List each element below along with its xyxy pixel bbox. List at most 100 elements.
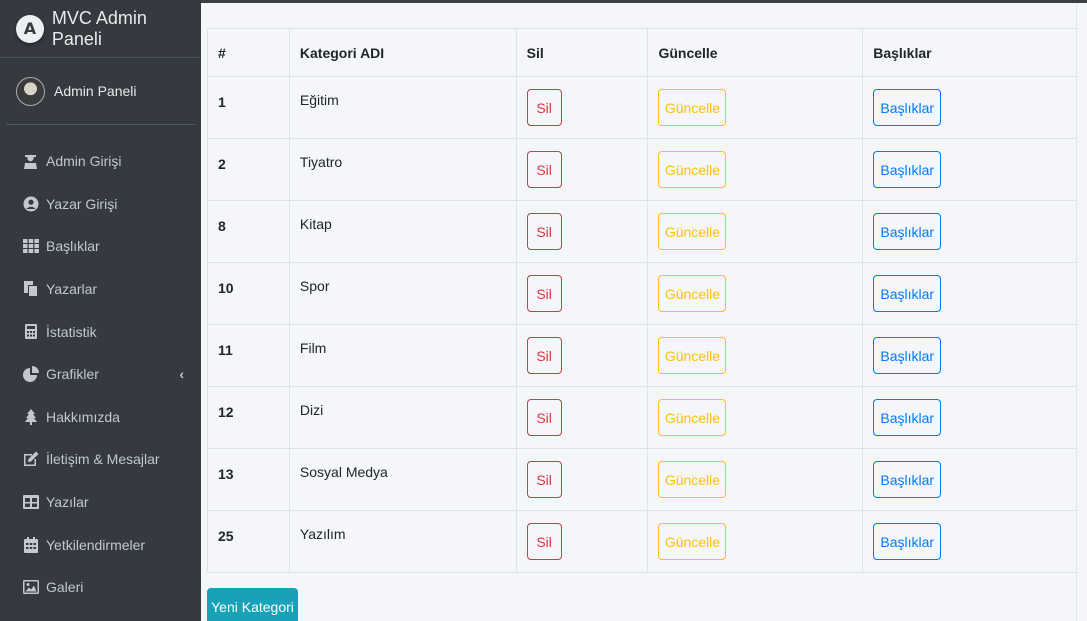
table-row: 11 Film Sil Güncelle Başlıklar — [207, 324, 1079, 387]
table-row: 1 Eğitim Sil Güncelle Başlıklar — [207, 76, 1079, 139]
delete-button[interactable]: Sil — [526, 151, 562, 188]
titles-button[interactable]: Başlıklar — [873, 461, 942, 498]
table-row: 12 Dizi Sil Güncelle Başlıklar — [207, 386, 1079, 449]
delete-button[interactable]: Sil — [526, 461, 562, 498]
update-button[interactable]: Güncelle — [658, 213, 727, 250]
category-name: Kitap — [288, 200, 517, 263]
header-update: Güncelle — [647, 28, 864, 77]
main-content: # Kategori ADI Sil Güncelle Başlıklar 1E… — [201, 0, 1087, 621]
chart-pie-icon — [22, 366, 39, 383]
delete-button[interactable]: Sil — [526, 275, 562, 312]
table-body: 1 Eğitim Sil Güncelle Başlıklar 2 Tiyatro Sil Gü… — [207, 76, 1079, 573]
sidebar-item-label: Başlıklar — [46, 238, 100, 255]
update-button[interactable]: Güncelle — [658, 461, 727, 498]
user-name: Admin Paneli — [54, 83, 137, 99]
user-panel[interactable]: Admin Paneli — [6, 58, 195, 125]
sidebar-item-label: Yazılar — [46, 494, 89, 511]
user-circle-icon — [22, 195, 39, 212]
tree-icon — [22, 408, 39, 425]
copy-icon — [22, 281, 39, 298]
sidebar-item-label: Yazar Girişi — [46, 195, 118, 212]
header-titles: Başlıklar — [862, 28, 1079, 77]
sidebar-item-hakkimizda[interactable]: Hakkımızda — [0, 396, 201, 439]
sidebar-item-label: Yetkilendirmeler — [46, 536, 146, 553]
titles-button[interactable]: Başlıklar — [873, 399, 942, 436]
titles-button[interactable]: Başlıklar — [873, 337, 942, 374]
table-header: # Kategori ADI Sil Güncelle Başlıklar — [207, 28, 1079, 77]
category-id: 10 — [207, 262, 290, 325]
category-id: 8 — [207, 200, 290, 263]
brand-logo: A — [16, 14, 44, 43]
titles-button[interactable]: Başlıklar — [873, 213, 942, 250]
th-icon — [22, 238, 39, 255]
sidebar-item-yazarlar[interactable]: Yazarlar — [0, 268, 201, 311]
sidebar-item-grafikler[interactable]: Grafikler ‹ — [0, 353, 201, 396]
sidebar-item-yazar-girisi[interactable]: Yazar Girişi — [0, 183, 201, 226]
category-name: Film — [288, 324, 517, 387]
category-name: Sosyal Medya — [288, 448, 517, 511]
sidebar-item-basliklar[interactable]: Başlıklar — [0, 225, 201, 268]
update-button[interactable]: Güncelle — [658, 151, 727, 188]
sidebar-item-label: Grafikler — [46, 366, 99, 383]
user-secret-icon — [22, 153, 39, 170]
category-id: 12 — [207, 386, 290, 449]
titles-button[interactable]: Başlıklar — [873, 151, 942, 188]
update-button[interactable]: Güncelle — [658, 523, 727, 560]
titles-button[interactable]: Başlıklar — [873, 89, 942, 126]
category-id: 1 — [207, 76, 290, 139]
category-name: Dizi — [288, 386, 517, 449]
delete-button[interactable]: Sil — [526, 337, 562, 374]
delete-button[interactable]: Sil — [526, 399, 562, 436]
delete-button[interactable]: Sil — [526, 89, 562, 126]
sidebar-item-label: Admin Girişi — [46, 153, 122, 170]
delete-button[interactable]: Sil — [526, 213, 562, 250]
sidebar-item-galeri[interactable]: Galeri — [0, 566, 201, 609]
sidebar-item-label: İstatistik — [46, 323, 97, 340]
avatar — [16, 76, 45, 106]
image-icon — [22, 579, 39, 596]
table-row: 2 Tiyatro Sil Güncelle Başlıklar — [207, 138, 1079, 201]
category-id: 11 — [207, 324, 290, 387]
sidebar-item-yazilar[interactable]: Yazılar — [0, 481, 201, 524]
table-row: 8 Kitap Sil Güncelle Başlıklar — [207, 200, 1079, 263]
category-name: Tiyatro — [288, 138, 517, 201]
update-button[interactable]: Güncelle — [658, 399, 727, 436]
update-button[interactable]: Güncelle — [658, 337, 727, 374]
sidebar-item-label: Galeri — [46, 579, 84, 596]
header-id: # — [207, 28, 290, 77]
header-category-name: Kategori ADI — [288, 28, 517, 77]
sidebar-item-admin-girisi[interactable]: Admin Girişi — [0, 140, 201, 183]
category-id: 2 — [207, 138, 290, 201]
sidebar: A MVC Admin Paneli Admin Paneli Admin Gi… — [0, 0, 201, 621]
brand-title: MVC Admin Paneli — [51, 7, 147, 49]
category-name: Spor — [288, 262, 517, 325]
brand-link[interactable]: A MVC Admin Paneli — [0, 0, 201, 58]
category-id: 25 — [207, 510, 290, 573]
categories-table: # Kategori ADI Sil Güncelle Başlıklar 1E… — [207, 28, 1079, 573]
calculator-icon — [22, 323, 39, 340]
edit-icon — [22, 451, 39, 468]
new-category-button[interactable]: Yeni Kategori — [207, 588, 298, 621]
update-button[interactable]: Güncelle — [658, 89, 727, 126]
titles-button[interactable]: Başlıklar — [873, 523, 942, 560]
table-icon — [22, 494, 39, 511]
titles-button[interactable]: Başlıklar — [873, 275, 942, 312]
sidebar-item-istatistik[interactable]: İstatistik — [0, 310, 201, 353]
header-delete: Sil — [515, 28, 649, 77]
table-row: 10 Spor Sil Güncelle Başlıklar — [207, 262, 1079, 325]
sidebar-item-label: Hakkımızda — [46, 408, 120, 425]
chevron-left-icon[interactable]: ‹ — [179, 366, 184, 382]
category-id: 13 — [207, 448, 290, 511]
sidebar-item-yetkilendirmeler[interactable]: Yetkilendirmeler — [0, 523, 201, 566]
scrollbar[interactable] — [1076, 3, 1087, 621]
sidebar-nav: Admin Girişi Yazar Girişi Başlıklar Yaza… — [0, 140, 201, 609]
delete-button[interactable]: Sil — [526, 523, 562, 560]
category-name: Eğitim — [288, 76, 517, 139]
sidebar-item-label: İletişim & Mesajlar — [46, 451, 160, 468]
sidebar-item-iletisim-mesajlar[interactable]: İletişim & Mesajlar — [0, 438, 201, 481]
table-row: 13 Sosyal Medya Sil Güncelle Başlıklar — [207, 448, 1079, 511]
update-button[interactable]: Güncelle — [658, 275, 727, 312]
calendar-icon — [22, 536, 39, 553]
table-row: 25 Yazılım Sil Güncelle Başlıklar — [207, 510, 1079, 573]
sidebar-item-label: Yazarlar — [46, 281, 98, 298]
